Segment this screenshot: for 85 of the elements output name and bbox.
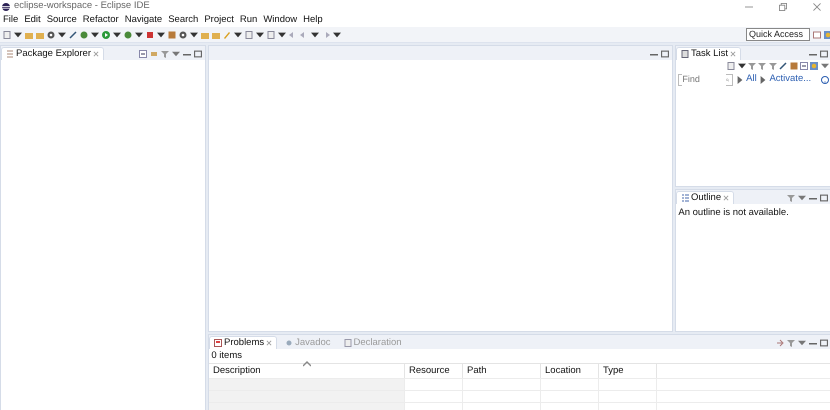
view-tab[interactable]: Package Explorer — [1, 47, 104, 60]
column-header[interactable]: Location — [541, 364, 599, 378]
menu-item[interactable]: Edit — [24, 12, 41, 28]
link[interactable]: Activate... — [769, 72, 812, 87]
link-icon[interactable] — [69, 30, 77, 38]
expand-triangle-icon — [736, 76, 744, 84]
caret-icon[interactable] — [278, 30, 286, 38]
quick-access-field[interactable]: Quick Access — [746, 28, 810, 41]
caret-icon[interactable] — [113, 30, 121, 38]
caret-icon[interactable] — [135, 30, 143, 38]
menu-item[interactable]: Navigate — [124, 12, 162, 28]
task-list-icon — [681, 50, 689, 58]
view-tab[interactable]: Task List — [676, 47, 741, 60]
collapse-all-icon[interactable] — [139, 50, 147, 58]
menu-item[interactable]: Refactor — [82, 12, 119, 28]
link-icon[interactable] — [779, 62, 788, 70]
outline-message: An outline is not available. — [677, 206, 790, 220]
caret-icon[interactable] — [157, 30, 165, 38]
document-icon[interactable] — [267, 30, 275, 38]
menu-item[interactable]: Run — [240, 12, 258, 28]
package-icon[interactable] — [168, 30, 176, 38]
maximize-icon[interactable] — [661, 50, 669, 58]
close-icon — [723, 195, 730, 201]
menu-item[interactable]: Source — [46, 12, 77, 28]
caret-icon[interactable] — [58, 30, 66, 38]
filter-icon[interactable] — [161, 50, 169, 58]
collapse-all-icon[interactable] — [800, 62, 808, 70]
view-menu-icon[interactable] — [820, 62, 829, 70]
outline-icon — [681, 194, 689, 202]
link[interactable]: All — [746, 72, 757, 87]
menu-item[interactable]: Help — [303, 12, 323, 28]
caret-icon[interactable] — [311, 30, 319, 38]
view-menu-icon[interactable] — [172, 50, 180, 58]
help-icon[interactable] — [820, 76, 829, 84]
find-field[interactable]: Find — [678, 74, 734, 86]
package-icon[interactable] — [790, 62, 798, 70]
maximize-icon[interactable] — [194, 50, 202, 58]
caret-icon[interactable] — [234, 30, 242, 38]
filter-icon[interactable] — [787, 194, 795, 202]
close-icon — [266, 340, 272, 346]
view-tab[interactable]: Problems — [209, 336, 278, 349]
menu-item[interactable]: Project — [204, 12, 234, 28]
sort-indicator-icon — [302, 360, 311, 368]
debug-icon[interactable] — [80, 30, 88, 38]
link-editor-icon[interactable] — [150, 50, 158, 58]
maximize-icon[interactable] — [820, 338, 828, 346]
run-icon[interactable] — [102, 30, 110, 38]
expand-triangle-icon — [759, 76, 768, 84]
view-menu-icon[interactable] — [798, 338, 806, 346]
maximize-icon[interactable] — [820, 50, 828, 58]
perspective-icon[interactable] — [813, 30, 821, 38]
package-explorer-icon — [6, 50, 14, 58]
caret-icon[interactable] — [14, 30, 22, 38]
problems-icon — [214, 339, 222, 347]
document-icon[interactable] — [245, 30, 253, 38]
search-icon — [726, 76, 730, 84]
caret-icon[interactable] — [91, 30, 99, 38]
filter-icon[interactable] — [787, 338, 795, 346]
caret-icon[interactable] — [256, 30, 264, 38]
maximize-icon[interactable] — [820, 194, 828, 202]
item-count: 0 items — [210, 349, 243, 363]
caret-icon[interactable] — [738, 62, 746, 70]
javadoc-icon — [285, 339, 294, 347]
close-icon — [813, 2, 821, 10]
restore-icon — [779, 2, 787, 10]
window-title: eclipse-workspace - Eclipse IDE — [14, 0, 150, 14]
menu-item[interactable]: Window — [263, 12, 298, 28]
column-header[interactable]: Path — [463, 364, 541, 378]
caret-icon[interactable] — [333, 30, 341, 38]
java-perspective-icon[interactable] — [824, 30, 830, 38]
view-menu-icon[interactable] — [798, 194, 806, 202]
column-header[interactable]: Resource — [405, 364, 463, 378]
column-header[interactable]: Type — [599, 364, 657, 378]
debug-icon[interactable] — [124, 30, 132, 38]
close-icon — [730, 51, 736, 57]
eclipse-logo-icon — [2, 2, 10, 10]
menu-item[interactable]: Search — [168, 12, 198, 28]
gear-icon[interactable] — [47, 30, 55, 38]
view-tab[interactable]: Outline — [676, 191, 734, 204]
menu-item[interactable]: File — [3, 12, 18, 28]
gear-icon[interactable] — [179, 30, 187, 38]
column-header[interactable]: Description — [209, 364, 405, 378]
document-icon[interactable] — [3, 30, 11, 38]
caret-icon[interactable] — [190, 30, 198, 38]
close-icon — [92, 51, 99, 57]
